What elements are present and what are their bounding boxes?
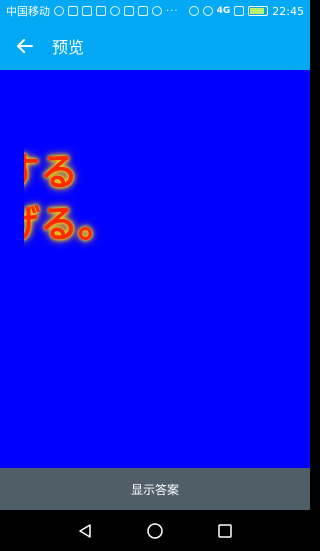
app-icon	[138, 6, 148, 16]
slide-line-2: げる。	[24, 202, 117, 246]
alarm-icon	[188, 6, 199, 16]
slide-line-1: する	[24, 150, 79, 194]
recents-square-icon[interactable]	[214, 520, 236, 542]
status-left: 中国移动 ···	[6, 3, 179, 19]
slide-text: する げる。 。	[24, 146, 310, 376]
back-triangle-icon[interactable]	[74, 520, 96, 542]
app-bar: 预览	[0, 22, 310, 70]
car-icon	[82, 6, 92, 16]
back-arrow-svg	[17, 39, 33, 53]
back-triangle-svg	[79, 523, 91, 538]
carrier-label: 中国移动	[6, 5, 50, 18]
notification-icon	[54, 6, 64, 16]
navigation-bar	[0, 510, 310, 551]
page-title: 预览	[52, 38, 85, 57]
sim-icon	[68, 6, 78, 16]
recents-square-svg	[218, 523, 232, 538]
status-bar: 中国移动 ··· 4G 22:45	[0, 0, 310, 22]
battery-icon	[248, 6, 269, 16]
clock: 22:45	[272, 4, 304, 18]
back-arrow-icon[interactable]	[14, 35, 36, 57]
wifi-icon	[202, 6, 213, 16]
slide-line-3: 。	[24, 258, 310, 310]
signal-icon	[234, 6, 245, 16]
home-circle-svg	[147, 522, 163, 539]
status-right: 4G 22:45	[188, 4, 304, 18]
keyboard-icon	[124, 6, 134, 16]
network-label: 4G	[216, 6, 231, 16]
cloud-icon	[110, 6, 120, 16]
home-circle-icon[interactable]	[144, 520, 166, 542]
sync-icon	[152, 6, 162, 16]
image-icon	[96, 6, 106, 16]
more-notifications-icon: ···	[166, 5, 179, 17]
show-answer-label: 显示答案	[130, 482, 179, 497]
preview-area[interactable]: する げる。 。	[0, 70, 310, 468]
show-answer-button[interactable]: 显示答案	[0, 468, 310, 510]
